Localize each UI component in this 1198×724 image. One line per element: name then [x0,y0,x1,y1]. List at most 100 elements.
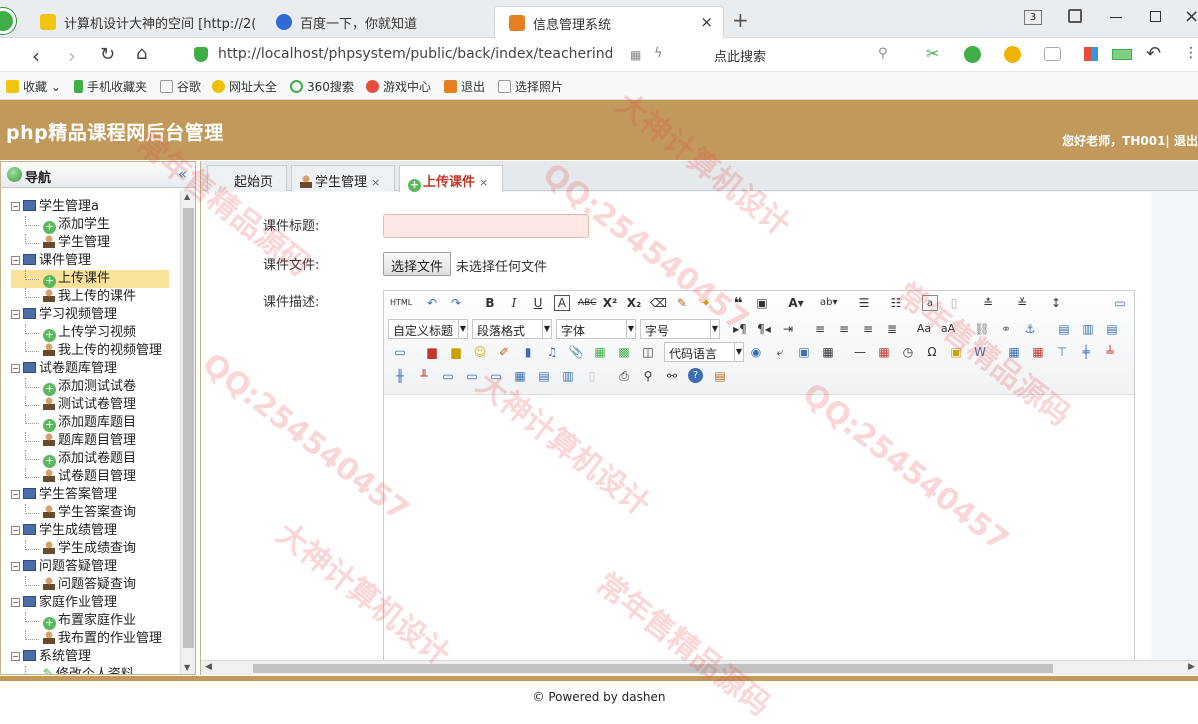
chart-icon[interactable]: ▯ [584,368,600,384]
scissors-icon[interactable]: ✂ [926,44,939,63]
html-source-icon[interactable]: HTML [390,295,412,311]
bookmark-360[interactable]: 360搜索 [290,78,354,95]
insert-col-icon[interactable]: ╫ [392,368,408,384]
scroll-left-icon[interactable]: ◀ [205,662,212,672]
print-icon[interactable]: ⎙ [616,368,632,384]
delete-table-icon[interactable]: ▦ [1030,344,1046,360]
custom-heading-select[interactable]: 自定义标题 ▼ [388,319,468,339]
special-char-icon[interactable]: Ω [924,344,940,360]
anchor-icon[interactable]: ⚓ [1022,321,1038,337]
collapse-toggle-icon[interactable]: − [11,562,20,571]
justify-icon[interactable]: ≣ [884,321,900,337]
tree-item[interactable]: 试卷题目管理 [11,468,136,486]
redo-icon[interactable]: ↷ [448,295,464,311]
shirt-icon[interactable] [1068,9,1082,23]
tree-group[interactable]: − 学生管理a [11,198,99,216]
split-rows-icon[interactable]: ▤ [536,368,552,384]
fullscreen-icon[interactable]: ▭ [1112,295,1128,311]
font-size-select[interactable]: 字号 ▼ [640,319,720,339]
browser-tab-1[interactable]: 计算机设计大神的空间 [http://2( [26,6,260,38]
tree-item[interactable]: + 上传课件 [11,270,169,288]
superscript-icon[interactable]: X² [602,295,618,311]
merge-down-icon[interactable]: ▭ [488,368,504,384]
horizontal-rule-icon[interactable]: — [852,344,868,360]
close-tab-icon[interactable]: × [479,176,488,189]
frame-icon[interactable]: ◫ [640,344,656,360]
page-break-icon[interactable]: ◉ [748,344,764,360]
ordered-list-icon[interactable]: ☰ [856,295,872,311]
browser-tab-2[interactable]: 百度一下，你就知道 [262,6,492,38]
select-all-icon[interactable]: a [922,295,938,311]
scroll-down-icon[interactable]: ▼ [184,663,190,672]
collapse-toggle-icon[interactable]: − [11,202,20,211]
lowercase-icon[interactable]: aA [940,321,956,337]
subscript-icon[interactable]: X₂ [626,295,642,311]
undo-icon[interactable]: ↶ [1146,43,1161,64]
eraser-icon[interactable]: ⌫ [650,295,667,311]
tree-item[interactable]: + 布置家庭作业 [11,612,136,630]
tree-group[interactable]: − 问题答疑管理 [11,558,117,576]
tree-group[interactable]: − 家庭作业管理 [11,594,117,612]
bookmark-mobile[interactable]: 手机收藏夹 [74,78,147,95]
collapse-toggle-icon[interactable]: − [11,652,20,661]
search-icon[interactable]: ⚲ [878,46,888,61]
reload-icon[interactable]: ↻ [100,44,115,65]
nav-scroll-thumb[interactable] [183,208,194,648]
attachment-icon[interactable]: 📎 [568,344,584,360]
rtl-icon[interactable]: ¶◂ [756,321,772,337]
indent-icon[interactable]: ⇥ [780,321,796,337]
close-tab-icon[interactable]: × [700,13,713,31]
highlight-icon[interactable]: ab▾ [820,295,838,311]
bookmark-exit[interactable]: 退出 [444,78,485,95]
image-left-icon[interactable]: ▤ [1056,321,1072,337]
lightning-icon[interactable]: ϟ [654,46,663,61]
align-left-icon[interactable]: ≡ [812,321,828,337]
grid-icon[interactable]: ▦ [630,48,641,62]
clear-doc-icon[interactable]: ▯ [946,295,962,311]
collapse-icon[interactable]: « [178,165,187,183]
emoticon-icon[interactable]: ☺ [472,344,488,360]
bookmark-sites[interactable]: 网址大全 [212,78,277,95]
rich-text-editor[interactable]: HTML ↶ ↷ B I U A ABC X² X₂ ⌫ ✎ ✦ ❝ ▣ A▾ … [383,290,1135,662]
tab-home[interactable]: 起始页 [207,165,287,191]
battery-icon[interactable] [1112,49,1132,60]
tree-item[interactable]: 学生管理 [11,234,110,252]
uppercase-icon[interactable]: Aa [916,321,932,337]
align-right-icon[interactable]: ≡ [860,321,876,337]
scrawl-icon[interactable]: ✐ [496,344,512,360]
close-window-button[interactable]: × [1184,6,1198,27]
tree-item[interactable]: + 添加测试试卷 [11,378,136,396]
word-icon[interactable]: W [972,344,988,360]
quote-icon[interactable]: ❝ [730,295,746,311]
collapse-toggle-icon[interactable]: − [11,490,20,499]
tree-item[interactable]: + 上传学习视频 [11,324,136,342]
tree-group[interactable]: − 学生答案管理 [11,486,117,504]
user-greeting[interactable]: 您好老师，TH001| 退出 [1062,132,1198,149]
row-spacing-bottom-icon[interactable]: ≚ [1014,295,1030,311]
map-icon[interactable]: ▦ [592,344,608,360]
gmap-icon[interactable]: ▩ [616,344,632,360]
split-cols-icon[interactable]: ▥ [560,368,576,384]
tree-item[interactable]: + 添加学生 [11,216,110,234]
tree-group[interactable]: − 课件管理 [11,252,91,270]
row-spacing-top-icon[interactable]: ≛ [980,295,996,311]
line-height-icon[interactable]: ↕ [1048,295,1064,311]
strikethrough-icon[interactable]: ABC [578,295,596,311]
collapse-toggle-icon[interactable]: − [11,526,20,535]
tree-item[interactable]: 我上传的视频管理 [11,342,162,360]
tree-item[interactable]: 题库题目管理 [11,432,136,450]
tree-group[interactable]: − 学生成绩管理 [11,522,117,540]
undo-icon[interactable]: ↶ [424,295,440,311]
tree-item[interactable]: 学生答案查询 [11,504,136,522]
tree-item[interactable]: 测试试卷管理 [11,396,136,414]
insert-image-icon[interactable]: ▆ [424,344,440,360]
image-right-icon[interactable]: ▤ [1104,321,1120,337]
wordimage-icon[interactable]: ▦ [820,344,836,360]
insert-row-icon[interactable]: ╪ [1078,344,1094,360]
address-bar[interactable]: http://localhost/phpsystem/public/back/i… [218,46,612,62]
browser-tab-3[interactable]: 信息管理系统 × [494,6,724,38]
search-input[interactable]: 点此搜索 [714,46,766,65]
preview-icon[interactable]: ⚲ [640,368,656,384]
menu-icon[interactable]: ⋮ [1184,45,1198,61]
snapscreen-icon[interactable]: ▣ [948,344,964,360]
